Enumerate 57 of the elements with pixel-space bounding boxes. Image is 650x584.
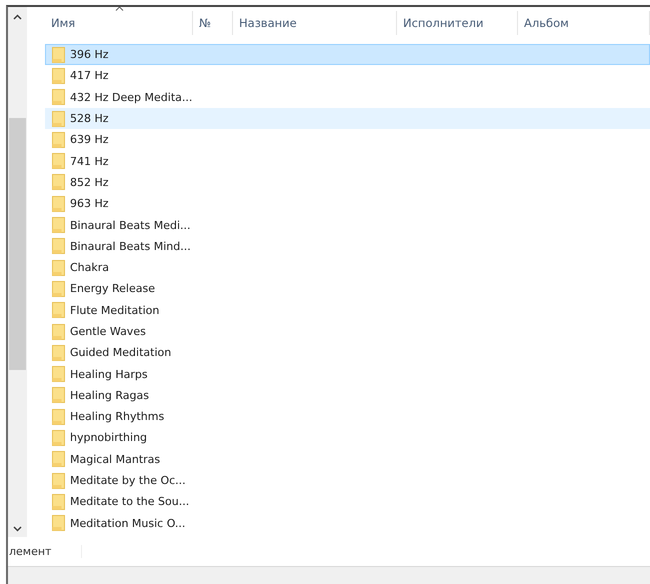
folder-row[interactable]: Gentle Waves [45, 320, 650, 342]
folder-row[interactable]: Healing Rhythms [45, 406, 650, 428]
column-header[interactable]: Исполнители [397, 11, 518, 35]
folder-row[interactable]: 432 Hz Deep Medita... [45, 86, 650, 108]
folder-icon [52, 366, 65, 382]
folder-icon [52, 153, 65, 170]
folder-icon [52, 344, 65, 361]
folder-icon [52, 280, 65, 297]
folder-icon [52, 472, 65, 489]
folder-icon [52, 494, 65, 510]
folder-icon [52, 302, 65, 318]
folder-row[interactable]: Flute Meditation [45, 300, 650, 321]
folder-icon [52, 174, 65, 190]
folder-row[interactable]: Guided Meditation [45, 342, 650, 364]
folder-icon [52, 132, 65, 148]
folder-row[interactable]: hypnobirthing [45, 427, 650, 449]
folder-row[interactable]: 417 Hz [45, 65, 650, 87]
folder-icon [52, 324, 65, 340]
folder-row[interactable]: Chakra [45, 256, 650, 278]
folder-row[interactable]: Energy Release [45, 278, 650, 300]
folder-row[interactable]: 963 Hz [45, 193, 650, 214]
folder-row[interactable]: Meditate by the Oc... [45, 470, 650, 492]
column-header[interactable]: Альбом [518, 11, 650, 35]
scroll-down-icon[interactable] [13, 526, 22, 532]
folder-icon [52, 110, 65, 127]
folder-icon [52, 196, 65, 212]
folder-row[interactable]: 741 Hz [45, 150, 650, 172]
folder-icon [52, 451, 65, 468]
folder-row[interactable]: Meditate to the Sou... [45, 491, 650, 513]
sort-up-icon [114, 7, 124, 11]
folder-row[interactable]: Meditation Music O... [45, 512, 650, 534]
folder-row[interactable]: 639 Hz [45, 129, 650, 150]
scroll-thumb[interactable] [9, 118, 26, 370]
folder-row[interactable]: 852 Hz [45, 172, 650, 194]
folder-row[interactable]: Healing Harps [45, 363, 650, 385]
column-header[interactable]: Название [233, 11, 397, 35]
folder-icon [52, 217, 65, 234]
folder-icon [52, 238, 65, 254]
folder-icon [52, 68, 65, 84]
folder-icon [52, 387, 65, 404]
folder-icon [52, 260, 65, 276]
folder-icon [52, 89, 65, 106]
folder-row[interactable]: Magical Mantras [45, 448, 650, 470]
scroll-up-icon[interactable] [13, 14, 22, 20]
column-header[interactable]: № [193, 11, 233, 35]
folder-icon [52, 408, 65, 425]
folder-row[interactable]: 528 Hz [45, 108, 650, 130]
folder-icon [52, 46, 65, 63]
folder-row[interactable]: Binaural Beats Medi... [45, 214, 650, 236]
folder-row[interactable]: Healing Ragas [45, 384, 650, 406]
folder-icon [52, 430, 65, 446]
folder-row[interactable]: 396 Hz [45, 44, 650, 66]
status-text: лемент [9, 545, 82, 558]
folder-row[interactable]: Binaural Beats Mind... [45, 236, 650, 257]
folder-icon [52, 515, 65, 532]
column-header[interactable]: Имя [45, 11, 193, 35]
scrollbar[interactable] [8, 7, 27, 537]
